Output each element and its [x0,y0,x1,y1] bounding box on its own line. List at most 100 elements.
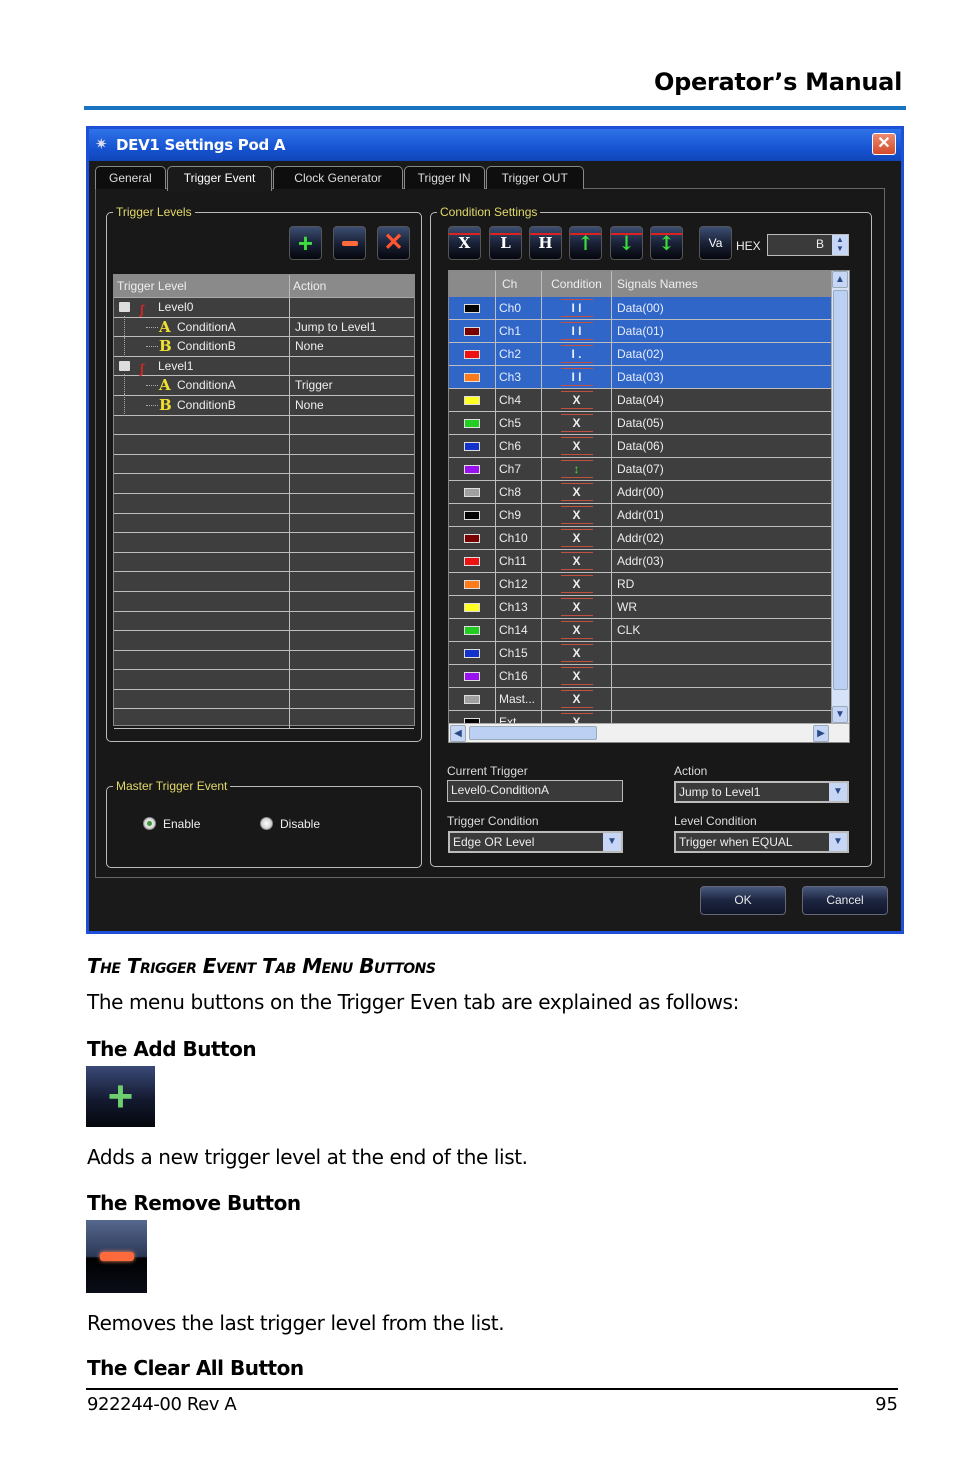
close-button[interactable]: ✕ [872,133,896,155]
color-cell[interactable] [449,504,496,526]
ok-button[interactable]: OK [700,886,786,915]
vertical-scroll-thumb[interactable] [833,290,848,690]
condition-cell[interactable]: X [542,481,612,503]
condition-cell[interactable]: I . [542,343,612,365]
condition-row[interactable]: A ConditionA Jump to Level1 [114,315,414,338]
signal-name-cell[interactable]: Data(06) [612,435,849,457]
title-bar[interactable]: ✷ DEV1 Settings Pod A ✕ [89,129,901,161]
condition-cell[interactable]: X [542,550,612,572]
collapse-icon[interactable] [119,360,130,371]
level-condition-select[interactable]: Trigger when EQUAL ▼ [674,831,849,853]
signal-name-cell[interactable]: Data(01) [612,320,849,342]
condition-cell[interactable]: X [542,665,612,687]
channel-row[interactable]: Ch2 I . Data(02) [449,343,849,366]
scroll-left-button[interactable]: ◀ [450,725,466,742]
channel-row[interactable]: Ch0 I I Data(00) [449,297,849,320]
signal-name-cell[interactable]: RD [612,573,849,595]
signal-name-cell[interactable]: Addr(03) [612,550,849,572]
color-cell[interactable] [449,458,496,480]
col-trigger-level[interactable]: Trigger Level [114,275,290,297]
signal-name-cell[interactable]: Data(04) [612,389,849,411]
high-button[interactable]: H [529,226,562,260]
color-cell[interactable] [449,297,496,319]
add-level-button[interactable]: + [289,226,322,260]
channel-row[interactable]: Ch7 ↕ Data(07) [449,458,849,481]
condition-cell[interactable]: X [542,527,612,549]
col-ch[interactable]: Ch [496,271,542,297]
color-cell[interactable] [449,343,496,365]
scroll-up-button[interactable]: ▲ [832,271,848,288]
channel-row[interactable]: Ch6 X Data(06) [449,435,849,458]
tab-general[interactable]: General [95,166,166,189]
signal-name-cell[interactable]: Data(03) [612,366,849,388]
color-cell[interactable] [449,527,496,549]
either-edge-button[interactable]: ↕ [650,226,683,260]
value-button[interactable]: Va [699,226,732,260]
color-cell[interactable] [449,573,496,595]
color-cell[interactable] [449,481,496,503]
signal-name-cell[interactable]: Data(05) [612,412,849,434]
falling-edge-button[interactable]: ↓ [610,226,643,260]
channel-row[interactable]: Ch13 X WR [449,596,849,619]
channel-row[interactable]: Ch15 X [449,642,849,665]
hex-value-input[interactable]: B ▲ ▼ [767,234,849,256]
remove-level-button[interactable] [333,226,366,260]
condition-row[interactable]: B ConditionB None [114,335,414,358]
tab-trigger-out[interactable]: Trigger OUT [485,166,584,189]
condition-cell[interactable]: X [542,504,612,526]
chevron-down-icon[interactable]: ▼ [829,783,847,801]
clear-all-button[interactable]: ✕ [377,226,410,260]
channel-row[interactable]: Ch4 X Data(04) [449,389,849,412]
condition-row[interactable]: B ConditionB None [114,393,414,416]
color-cell[interactable] [449,435,496,457]
condition-cell[interactable]: X [542,596,612,618]
low-button[interactable]: L [489,226,522,260]
level-row[interactable]: ∫ Level0 [114,298,414,318]
vertical-scrollbar[interactable]: ▲ ▼ [831,271,849,723]
condition-row[interactable]: A ConditionA Trigger [114,374,414,397]
channel-row[interactable]: Ch3 I I Data(03) [449,366,849,389]
color-cell[interactable] [449,389,496,411]
condition-cell[interactable]: ↕ [542,458,612,480]
color-cell[interactable] [449,596,496,618]
tab-clock-generator[interactable]: Clock Generator [273,166,403,189]
color-cell[interactable] [449,550,496,572]
condition-cell[interactable]: X [542,435,612,457]
color-cell[interactable] [449,688,496,710]
level-row[interactable]: ∫ Level1 [114,356,414,377]
signal-name-cell[interactable]: Data(07) [612,458,849,480]
condition-cell[interactable]: I I [542,366,612,388]
collapse-icon[interactable] [119,302,130,312]
signal-name-cell[interactable]: Addr(00) [612,481,849,503]
condition-cell[interactable]: X [542,573,612,595]
condition-cell[interactable]: X [542,412,612,434]
horizontal-scrollbar[interactable]: ◀ ▶ [449,723,849,742]
cancel-button[interactable]: Cancel [802,886,888,915]
col-action[interactable]: Action [290,275,414,297]
disable-radio[interactable] [260,817,273,830]
scroll-right-button[interactable]: ▶ [813,725,829,742]
disable-label[interactable]: Disable [280,817,320,831]
chevron-down-icon[interactable]: ▼ [603,833,621,851]
signal-name-cell[interactable]: CLK [612,619,849,641]
dont-care-button[interactable]: X [448,226,481,260]
col-color[interactable] [449,271,496,297]
signal-name-cell[interactable]: Data(02) [612,343,849,365]
tab-trigger-in[interactable]: Trigger IN [403,166,485,189]
color-cell[interactable] [449,619,496,641]
color-cell[interactable] [449,412,496,434]
enable-radio[interactable] [143,817,156,830]
signal-name-cell[interactable] [612,688,849,710]
channel-row[interactable]: Ch1 I I Data(01) [449,320,849,343]
signal-name-cell[interactable]: WR [612,596,849,618]
channel-row[interactable]: Ch11 X Addr(03) [449,550,849,573]
rising-edge-button[interactable]: ↑ [569,226,602,260]
condition-cell[interactable]: X [542,389,612,411]
signal-name-cell[interactable]: Addr(01) [612,504,849,526]
col-signal-names[interactable]: Signals Names [612,271,849,297]
signal-name-cell[interactable] [612,665,849,687]
signal-name-cell[interactable]: Addr(02) [612,527,849,549]
channel-row[interactable]: Ch14 X CLK [449,619,849,642]
channel-row[interactable]: Ch12 X RD [449,573,849,596]
enable-label[interactable]: Enable [163,817,200,831]
